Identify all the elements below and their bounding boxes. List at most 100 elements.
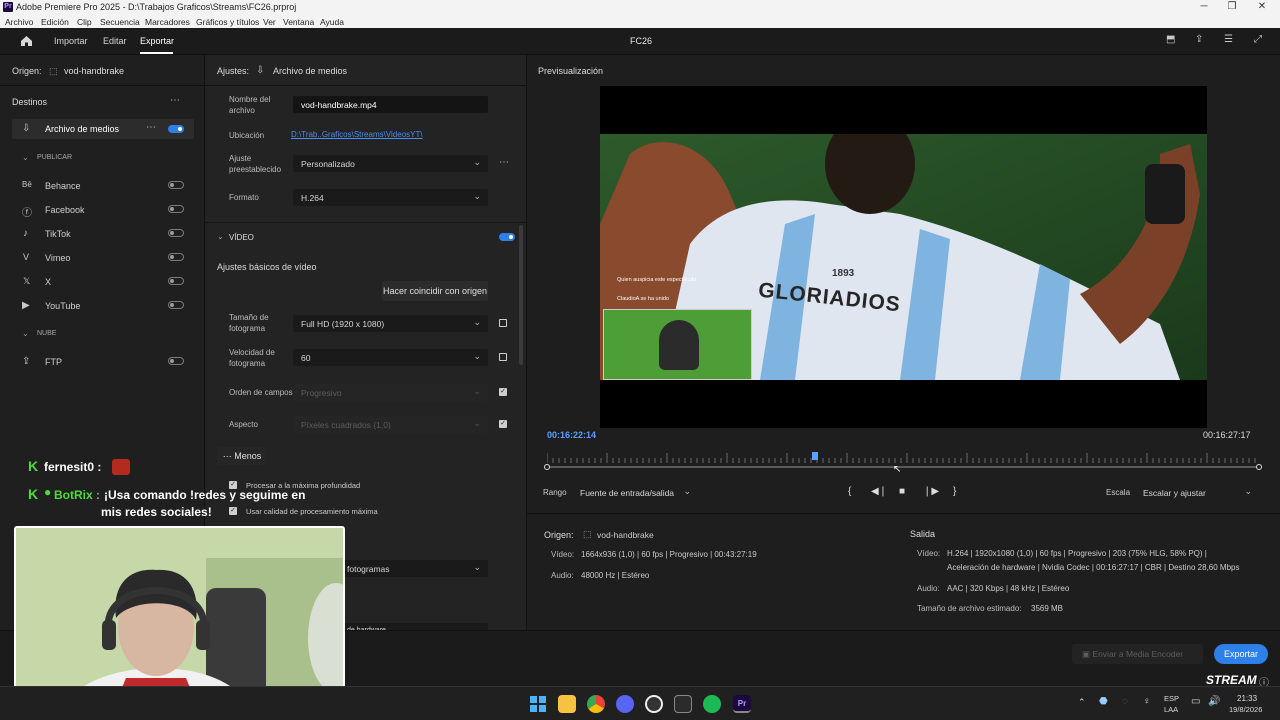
scale-dropdown[interactable]: Escalar y ajustar ⌄: [1135, 484, 1259, 501]
range-label: Rango: [543, 488, 567, 497]
timecode-in: 00:16:22:14: [547, 430, 597, 440]
microphone-icon[interactable]: ♀: [1143, 696, 1151, 707]
export-frame-icon[interactable]: ⇪: [1195, 34, 1203, 45]
close-window-button[interactable]: ✕: [1252, 1, 1272, 14]
menu-ventana[interactable]: Ventana: [283, 17, 314, 27]
field-order-checkbox[interactable]: ✓: [499, 388, 507, 396]
cloud-collapse-icon[interactable]: ⌄: [22, 329, 29, 338]
step-back-icon[interactable]: ◀❘: [871, 486, 887, 497]
network-icon[interactable]: ▭: [1191, 696, 1200, 707]
destination-youtube[interactable]: YouTube: [45, 301, 80, 311]
steam-tray-icon[interactable]: ⬣: [1099, 696, 1108, 707]
match-source-button[interactable]: Hacer coincidir con origen: [382, 281, 488, 301]
stop-icon[interactable]: ■: [899, 486, 905, 497]
destination-x[interactable]: X: [45, 277, 51, 287]
settings-scrollbar[interactable]: [519, 225, 523, 365]
start-menu-icon[interactable]: [529, 695, 547, 713]
fullscreen-icon[interactable]: ⤢: [1254, 34, 1262, 45]
active-tab-indicator: [140, 52, 173, 54]
language-2[interactable]: LAA: [1164, 705, 1178, 714]
step-forward-icon[interactable]: ❘▶: [923, 486, 939, 497]
menu-edicion[interactable]: Edición: [41, 17, 69, 27]
clock-time[interactable]: 21:33: [1237, 694, 1257, 703]
publish-collapse-icon[interactable]: ⌄: [22, 153, 29, 162]
jersey-number: 1893: [832, 268, 855, 279]
destination-ftp[interactable]: FTP: [45, 357, 62, 367]
timeline-ruler[interactable]: [546, 453, 1259, 463]
send-button-label: Enviar a Media Encoder: [1092, 649, 1184, 659]
chrome-icon[interactable]: [587, 695, 605, 713]
file-explorer-icon[interactable]: [558, 695, 576, 713]
media-file-more-icon[interactable]: ⋯: [146, 122, 156, 133]
destination-behance[interactable]: Behance: [45, 181, 81, 191]
menu-ver[interactable]: Ver: [263, 17, 276, 27]
tab-exportar[interactable]: Exportar: [140, 36, 174, 46]
format-dropdown[interactable]: H.264 ⌄: [293, 189, 488, 206]
home-icon[interactable]: [20, 35, 33, 47]
menu-secuencia[interactable]: Secuencia: [100, 17, 140, 27]
destinations-more-icon[interactable]: ⋯: [170, 95, 180, 106]
media-file-toggle[interactable]: [168, 125, 184, 133]
spotify-icon[interactable]: [703, 695, 721, 713]
tiktok-toggle[interactable]: [168, 229, 184, 237]
frame-size-dropdown[interactable]: Full HD (1920 x 1080) ⌄: [293, 315, 488, 332]
facebook-toggle[interactable]: [168, 205, 184, 213]
webcam-image: [16, 528, 343, 710]
mark-out-icon[interactable]: }: [953, 486, 956, 497]
workspace-menu-icon[interactable]: ☰: [1224, 34, 1233, 45]
destination-facebook[interactable]: Facebook: [45, 205, 85, 215]
premiere-taskbar-icon[interactable]: Pr: [733, 695, 751, 713]
behance-toggle[interactable]: [168, 181, 184, 189]
range-dropdown[interactable]: Fuente de entrada/salida ⌄: [572, 484, 698, 501]
tray-expand-icon[interactable]: ⌃: [1078, 697, 1086, 708]
clock-date[interactable]: 19/8/2026: [1229, 705, 1262, 714]
range-start-handle[interactable]: [544, 464, 550, 470]
preset-dropdown[interactable]: Personalizado ⌄: [293, 155, 488, 172]
file-name-input[interactable]: vod-handbrake.mp4: [293, 96, 488, 113]
quick-export-icon[interactable]: ⬒: [1166, 34, 1175, 45]
video-toggle[interactable]: [499, 233, 515, 241]
preset-more-icon[interactable]: ⋯: [499, 157, 509, 168]
menu-marcadores[interactable]: Marcadores: [145, 17, 190, 27]
window-title: Adobe Premiere Pro 2025 - D:\Trabajos Gr…: [16, 2, 297, 12]
mark-in-icon[interactable]: {: [848, 486, 851, 497]
tab-editar[interactable]: Editar: [103, 36, 127, 46]
volume-icon[interactable]: 🔊: [1208, 696, 1220, 707]
maximize-button[interactable]: ❐: [1222, 1, 1242, 14]
destination-vimeo[interactable]: Vimeo: [45, 253, 70, 263]
out-video-info-2: Aceleración de hardware | Nvidia Codec |…: [947, 563, 1240, 572]
summary-source-label: Origen:: [544, 530, 574, 540]
destination-tiktok[interactable]: TikTok: [45, 229, 71, 239]
tab-importar[interactable]: Importar: [54, 36, 88, 46]
menu-archivo[interactable]: Archivo: [5, 17, 33, 27]
send-to-media-encoder-button: ▣ Enviar a Media Encoder: [1072, 644, 1203, 664]
app-icon[interactable]: [674, 695, 692, 713]
discord-icon[interactable]: [616, 695, 634, 713]
youtube-toggle[interactable]: [168, 301, 184, 309]
tray-app-icon[interactable]: ◌: [1122, 696, 1128, 707]
frame-size-checkbox[interactable]: [499, 319, 507, 327]
video-collapse-icon[interactable]: ⌄: [217, 232, 224, 241]
playhead[interactable]: [811, 452, 818, 460]
frame-rate-dropdown[interactable]: 60 ⌄: [293, 349, 488, 366]
language-1[interactable]: ESP: [1164, 694, 1179, 703]
ftp-toggle[interactable]: [168, 357, 184, 365]
export-button[interactable]: Exportar: [1214, 644, 1268, 664]
minimize-button[interactable]: ─: [1194, 1, 1214, 14]
x-toggle[interactable]: [168, 277, 184, 285]
src-audio-label: Audio:: [551, 571, 574, 580]
range-bar[interactable]: [547, 466, 1259, 468]
aspect-checkbox[interactable]: ✓: [499, 420, 507, 428]
chevron-down-icon: ⌄: [1244, 486, 1252, 496]
out-audio-info: AAC | 320 Kbps | 48 kHz | Estéreo: [947, 584, 1070, 593]
obs-icon[interactable]: [645, 695, 663, 713]
range-end-handle[interactable]: [1256, 464, 1262, 470]
location-link[interactable]: D:\Trab..Graficos\Streams\VideosYT\: [291, 130, 423, 139]
menu-ayuda[interactable]: Ayuda: [320, 17, 344, 27]
frame-rate-checkbox[interactable]: [499, 353, 507, 361]
menu-clip[interactable]: Clip: [77, 17, 92, 27]
origin-value: vod-handbrake: [64, 66, 125, 76]
menu-graficos[interactable]: Gráficos y títulos: [196, 17, 259, 27]
vimeo-toggle[interactable]: [168, 253, 184, 261]
preview-webcam: [603, 309, 752, 380]
